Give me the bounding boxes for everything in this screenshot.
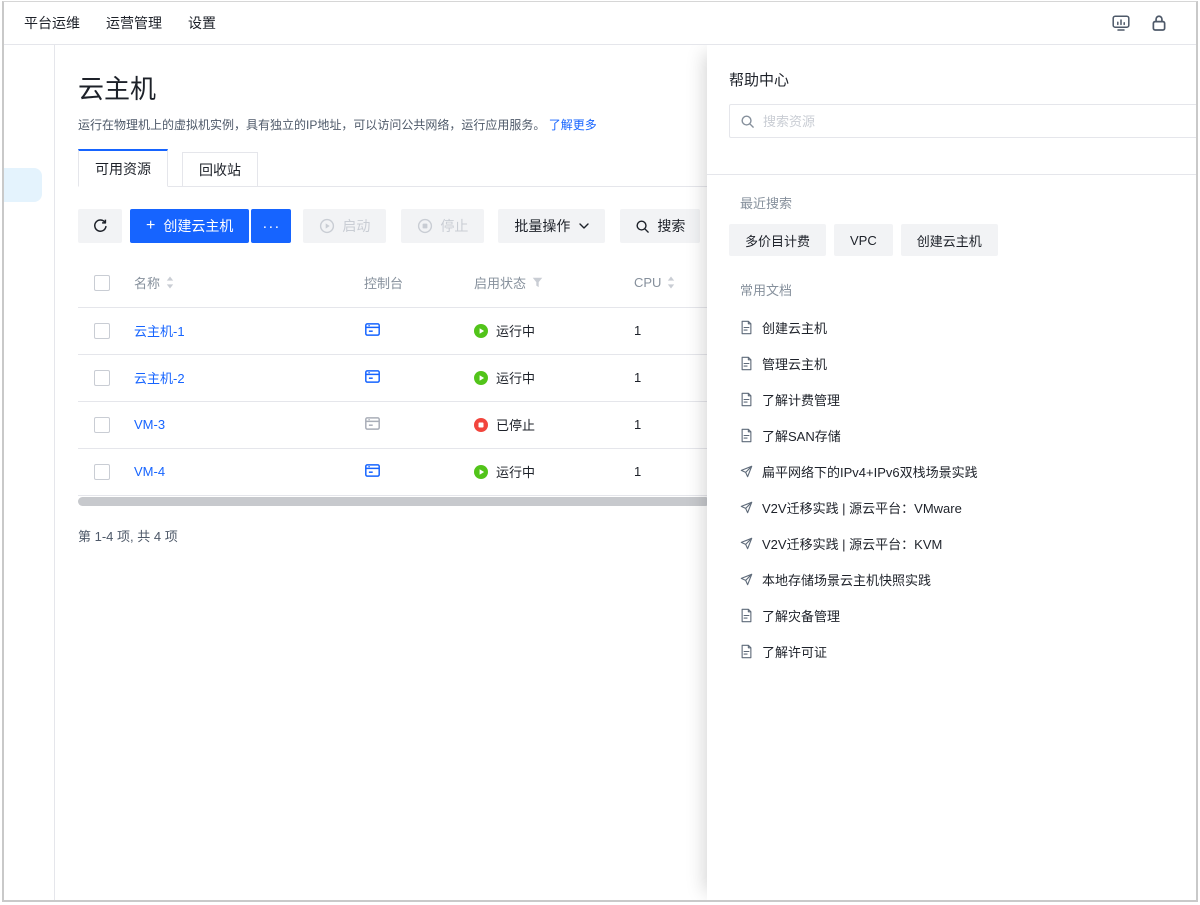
doc-link[interactable]: 了解SAN存储 <box>740 417 1198 453</box>
document-icon <box>740 392 753 407</box>
batch-actions-button[interactable]: 批量操作 <box>498 209 605 243</box>
common-docs-label: 常用文档 <box>740 280 1198 299</box>
tab-available-resources[interactable]: 可用资源 <box>78 149 168 187</box>
doc-list: 创建云主机 管理云主机 了解计费管理 了解SAN存储 扁平网络下的IPv4+IP… <box>707 309 1198 669</box>
select-all-checkbox[interactable] <box>94 275 110 291</box>
cpu-value: 1 <box>634 323 641 338</box>
doc-link[interactable]: 了解许可证 <box>740 633 1198 669</box>
cpu-value: 1 <box>634 370 641 385</box>
monitor-chart-icon[interactable] <box>1112 14 1130 32</box>
learn-more-link[interactable]: 了解更多 <box>549 118 597 132</box>
cpu-value: 1 <box>634 417 641 432</box>
status-badge: 已停止 <box>474 415 634 434</box>
column-header-console: 控制台 <box>364 259 474 307</box>
paper-plane-icon <box>740 465 753 478</box>
divider <box>707 174 1198 175</box>
help-search-input[interactable] <box>763 114 1198 129</box>
running-status-icon <box>474 465 488 479</box>
doc-link[interactable]: 扁平网络下的IPv4+IPv6双栈场景实践 <box>740 453 1198 489</box>
rail-active-menu-indicator[interactable] <box>4 168 42 202</box>
document-icon <box>740 320 753 335</box>
column-header-status[interactable]: 启用状态 <box>474 259 634 307</box>
paper-plane-icon <box>740 537 753 550</box>
tab-recycle-bin[interactable]: 回收站 <box>182 152 258 186</box>
table-row: 云主机-2 运行中 1 <box>78 354 728 401</box>
status-badge: 运行中 <box>474 462 634 481</box>
app-window: 平台运维 运营管理 设置 云主机 运行在物理机上的虚拟机实例，具有独立的IP地址… <box>2 1 1198 902</box>
nav-item-platform-ops[interactable]: 平台运维 <box>24 13 80 33</box>
recent-tag[interactable]: VPC <box>834 224 893 256</box>
document-icon <box>740 356 753 371</box>
vm-name-link[interactable]: 云主机-1 <box>134 324 185 339</box>
page-description-text: 运行在物理机上的虚拟机实例，具有独立的IP地址，可以访问公共网络，运行应用服务。 <box>78 118 545 132</box>
vm-name-link[interactable]: VM-3 <box>134 417 165 432</box>
doc-link[interactable]: 了解灾备管理 <box>740 597 1198 633</box>
running-status-icon <box>474 371 488 385</box>
help-search-box <box>729 104 1198 138</box>
cpu-value: 1 <box>634 464 641 479</box>
play-circle-icon <box>319 218 335 234</box>
recent-search-label: 最近搜索 <box>740 193 1198 212</box>
help-center-title: 帮助中心 <box>729 69 1198 90</box>
recent-tag[interactable]: 创建云主机 <box>901 224 998 256</box>
table-header-row: 名称 控制台 启用状态 <box>78 259 728 307</box>
plus-icon: + <box>146 218 155 234</box>
doc-link[interactable]: V2V迁移实践 | 源云平台：KVM <box>740 525 1198 561</box>
search-icon <box>740 114 755 129</box>
lock-icon[interactable] <box>1150 14 1168 32</box>
paper-plane-icon <box>740 501 753 514</box>
console-icon[interactable] <box>364 321 381 338</box>
row-checkbox[interactable] <box>94 370 110 386</box>
doc-link[interactable]: 管理云主机 <box>740 345 1198 381</box>
filter-icon[interactable] <box>532 277 543 288</box>
console-icon[interactable] <box>364 462 381 479</box>
doc-link[interactable]: V2V迁移实践 | 源云平台：VMware <box>740 489 1198 525</box>
row-checkbox[interactable] <box>94 417 110 433</box>
column-header-name[interactable]: 名称 <box>134 259 364 307</box>
sort-icon[interactable] <box>166 276 174 289</box>
row-checkbox[interactable] <box>94 323 110 339</box>
help-center-drawer: 帮助中心 最近搜索 多价目计费 VPC 创建云主机 常用文档 创建云主机 管理云… <box>707 45 1198 900</box>
table-row: VM-4 运行中 1 <box>78 448 728 495</box>
console-icon-disabled <box>364 415 381 432</box>
row-checkbox[interactable] <box>94 464 110 480</box>
document-icon <box>740 608 753 623</box>
status-badge: 运行中 <box>474 368 634 387</box>
running-status-icon <box>474 324 488 338</box>
refresh-icon <box>92 218 108 234</box>
topbar-icons <box>1112 14 1168 32</box>
search-button[interactable]: 搜索 <box>620 209 700 243</box>
left-rail <box>4 45 55 900</box>
chevron-down-icon <box>579 223 589 229</box>
table-row: VM-3 已停止 1 <box>78 401 728 448</box>
refresh-button[interactable] <box>78 209 122 243</box>
topbar: 平台运维 运营管理 设置 <box>4 2 1196 45</box>
vm-table: 名称 控制台 启用状态 <box>78 259 728 496</box>
document-icon <box>740 428 753 443</box>
start-button: 启动 <box>303 209 386 243</box>
vm-name-link[interactable]: 云主机-2 <box>134 371 185 386</box>
recent-search-tags: 多价目计费 VPC 创建云主机 <box>729 224 1198 256</box>
more-actions-button[interactable]: ··· <box>251 209 291 243</box>
nav-item-operations-mgmt[interactable]: 运营管理 <box>106 13 162 33</box>
recent-tag[interactable]: 多价目计费 <box>729 224 826 256</box>
document-icon <box>740 644 753 659</box>
nav-item-settings[interactable]: 设置 <box>188 13 216 33</box>
stopped-status-icon <box>474 418 488 432</box>
doc-link[interactable]: 创建云主机 <box>740 309 1198 345</box>
search-icon <box>635 219 650 234</box>
doc-link[interactable]: 本地存储场景云主机快照实践 <box>740 561 1198 597</box>
console-icon[interactable] <box>364 368 381 385</box>
create-vm-button[interactable]: + 创建云主机 <box>130 209 249 243</box>
paper-plane-icon <box>740 573 753 586</box>
table-row: 云主机-1 运行中 1 <box>78 307 728 354</box>
horizontal-scrollbar[interactable] <box>78 497 710 506</box>
vm-name-link[interactable]: VM-4 <box>134 464 165 479</box>
stop-button: 停止 <box>401 209 484 243</box>
stop-circle-icon <box>417 218 433 234</box>
doc-link[interactable]: 了解计费管理 <box>740 381 1198 417</box>
sort-icon[interactable] <box>667 276 675 289</box>
status-badge: 运行中 <box>474 321 634 340</box>
